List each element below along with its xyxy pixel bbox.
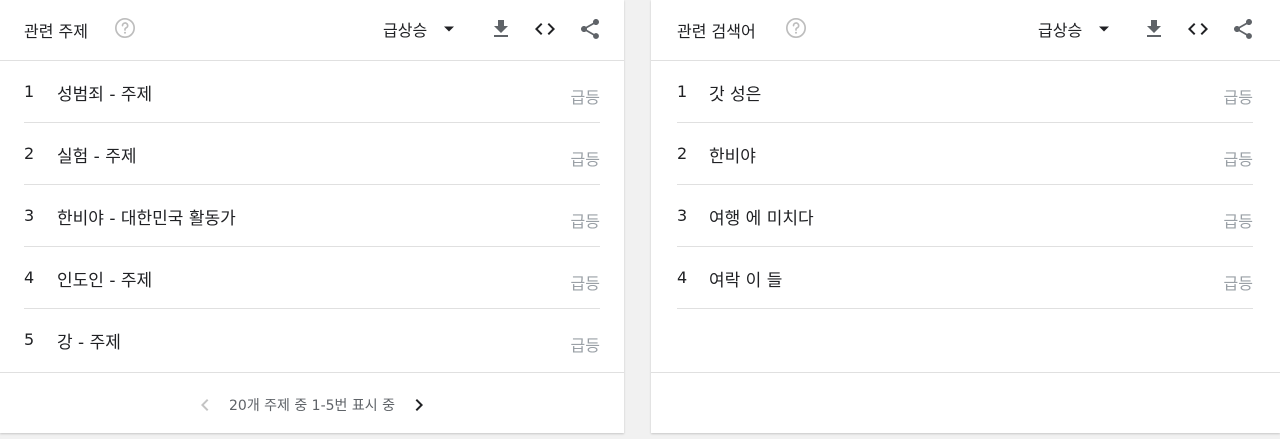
card-footer: 20개 주제 중 1-5번 표시 중 bbox=[0, 372, 624, 434]
card-header: 관련 검색어 급상승 bbox=[651, 0, 1280, 61]
pagination-text: 20개 주제 중 1-5번 표시 중 bbox=[229, 398, 395, 414]
item-value: 급등 bbox=[1223, 88, 1253, 107]
item-label[interactable]: 한비야 bbox=[709, 142, 756, 167]
item-label[interactable]: 갓 성은 bbox=[709, 80, 761, 105]
share-icon[interactable] bbox=[1231, 17, 1255, 41]
item-value: 급등 bbox=[570, 150, 600, 169]
code-embed-icon[interactable] bbox=[1186, 17, 1210, 41]
item-rank: 4 bbox=[677, 268, 688, 287]
share-icon[interactable] bbox=[578, 17, 602, 41]
item-value: 급등 bbox=[1223, 150, 1253, 169]
list-item[interactable]: 5 강 - 주제 급등 bbox=[24, 309, 600, 370]
item-rank: 4 bbox=[24, 268, 35, 287]
dropdown-arrow-icon bbox=[444, 26, 455, 32]
item-rank: 1 bbox=[24, 82, 35, 101]
list-item[interactable]: 1 성범죄 - 주제 급등 bbox=[24, 61, 600, 123]
sort-dropdown[interactable]: 급상승 bbox=[1038, 14, 1110, 44]
item-label[interactable]: 강 - 주제 bbox=[57, 328, 121, 353]
list-item[interactable]: 3 여행 에 미치다 급등 bbox=[677, 185, 1253, 247]
list-item[interactable]: 2 실험 - 주제 급등 bbox=[24, 123, 600, 185]
related-topics-card: 관련 주제 급상승 1 성범죄 - 주제 급등 2 실험 - 주제 급등 3 한… bbox=[0, 0, 624, 433]
item-value: 급등 bbox=[570, 274, 600, 293]
list-item[interactable]: 4 여락 이 들 급등 bbox=[677, 247, 1253, 309]
item-rank: 3 bbox=[677, 206, 688, 225]
item-label[interactable]: 한비야 - 대한민국 활동가 bbox=[57, 204, 236, 229]
card-footer bbox=[651, 372, 1280, 434]
chevron-right-icon[interactable] bbox=[407, 393, 431, 417]
sort-dropdown-value: 급상승 bbox=[1038, 21, 1083, 40]
item-rank: 5 bbox=[24, 330, 35, 349]
item-rank: 2 bbox=[24, 144, 35, 163]
item-label[interactable]: 성범죄 - 주제 bbox=[57, 80, 152, 105]
item-label[interactable]: 여락 이 들 bbox=[709, 266, 782, 291]
item-value: 급등 bbox=[1223, 212, 1253, 231]
dropdown-arrow-icon bbox=[1099, 26, 1110, 32]
sort-dropdown[interactable]: 급상승 bbox=[383, 14, 455, 44]
item-value: 급등 bbox=[570, 336, 600, 355]
code-embed-icon[interactable] bbox=[533, 17, 557, 41]
card-header: 관련 주제 급상승 bbox=[0, 0, 624, 61]
download-icon[interactable] bbox=[489, 17, 513, 41]
list-item[interactable]: 1 갓 성은 급등 bbox=[677, 61, 1253, 123]
item-label[interactable]: 인도인 - 주제 bbox=[57, 266, 152, 291]
list-item[interactable]: 2 한비야 급등 bbox=[677, 123, 1253, 185]
help-circle-icon[interactable] bbox=[114, 17, 136, 39]
item-value: 급등 bbox=[1223, 274, 1253, 293]
queries-list: 1 갓 성은 급등 2 한비야 급등 3 여행 에 미치다 급등 4 여락 이 … bbox=[651, 61, 1280, 309]
card-title: 관련 주제 bbox=[24, 22, 88, 41]
topics-list: 1 성범죄 - 주제 급등 2 실험 - 주제 급등 3 한비야 - 대한민국 … bbox=[0, 61, 624, 370]
pagination: 20개 주제 중 1-5번 표시 중 bbox=[0, 393, 624, 417]
item-rank: 3 bbox=[24, 206, 35, 225]
chevron-left-icon[interactable] bbox=[193, 393, 217, 417]
item-label[interactable]: 여행 에 미치다 bbox=[709, 204, 814, 229]
download-icon[interactable] bbox=[1142, 17, 1166, 41]
item-rank: 1 bbox=[677, 82, 688, 101]
list-item[interactable]: 4 인도인 - 주제 급등 bbox=[24, 247, 600, 309]
list-item[interactable]: 3 한비야 - 대한민국 활동가 급등 bbox=[24, 185, 600, 247]
card-title: 관련 검색어 bbox=[677, 22, 756, 41]
item-rank: 2 bbox=[677, 144, 688, 163]
sort-dropdown-value: 급상승 bbox=[383, 21, 428, 40]
related-queries-card: 관련 검색어 급상승 1 갓 성은 급등 2 한비야 급등 3 여행 에 미치다… bbox=[651, 0, 1280, 433]
item-value: 급등 bbox=[570, 88, 600, 107]
help-circle-icon[interactable] bbox=[785, 17, 807, 39]
item-value: 급등 bbox=[570, 212, 600, 231]
item-label[interactable]: 실험 - 주제 bbox=[57, 142, 137, 167]
